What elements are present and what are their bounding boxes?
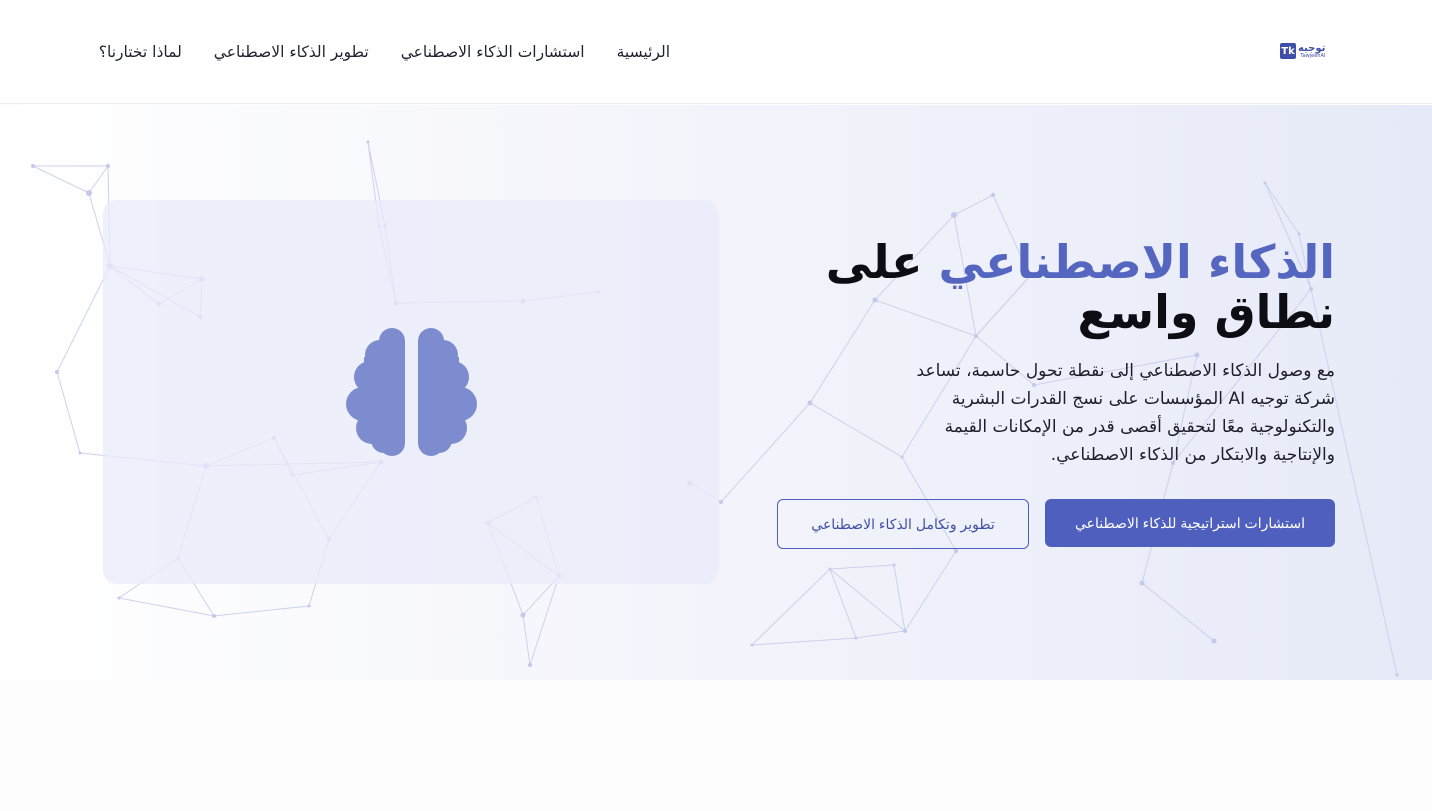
- nav-ai-consulting[interactable]: استشارات الذكاء الاصطناعي: [401, 43, 585, 61]
- ai-strategy-consulting-button[interactable]: استشارات استراتيجية للذكاء الاصطناعي: [1045, 499, 1335, 547]
- nav-why-us[interactable]: لماذا تختارنا؟: [99, 43, 182, 61]
- logo-arabic: توجيه: [1298, 42, 1326, 54]
- hero-title-accent: الذكاء الاصطناعي: [938, 235, 1335, 289]
- site-header: الرئيسية استشارات الذكاء الاصطناعي تطوير…: [0, 0, 1432, 104]
- hero-description: مع وصول الذكاء الاصطناعي إلى نقطة تحول ح…: [916, 361, 1335, 465]
- nav-ai-development[interactable]: تطوير الذكاء الاصطناعي: [214, 43, 369, 61]
- logo-english: TawjeehAI: [1300, 52, 1326, 59]
- logo-mark: Tk: [1280, 43, 1296, 59]
- nav-home[interactable]: الرئيسية: [617, 43, 670, 61]
- ai-development-integration-button[interactable]: تطوير وتكامل الذكاء الاصطناعي: [777, 499, 1029, 549]
- brain-icon: [346, 328, 477, 456]
- main-nav: الرئيسية استشارات الذكاء الاصطناعي تطوير…: [99, 38, 670, 66]
- hero-title: الذكاء الاصطناعي على نطاق واسع: [730, 237, 1335, 337]
- logo[interactable]: Tk توجيه TawjeehAI: [1280, 40, 1326, 62]
- hero-section: الذكاء الاصطناعي على نطاق واسع مع وصول ا…: [0, 105, 1432, 680]
- illustration-card: [103, 200, 719, 584]
- logo-text: توجيه TawjeehAI: [1298, 42, 1326, 59]
- page: الرئيسية استشارات الذكاء الاصطناعي تطوير…: [0, 0, 1432, 811]
